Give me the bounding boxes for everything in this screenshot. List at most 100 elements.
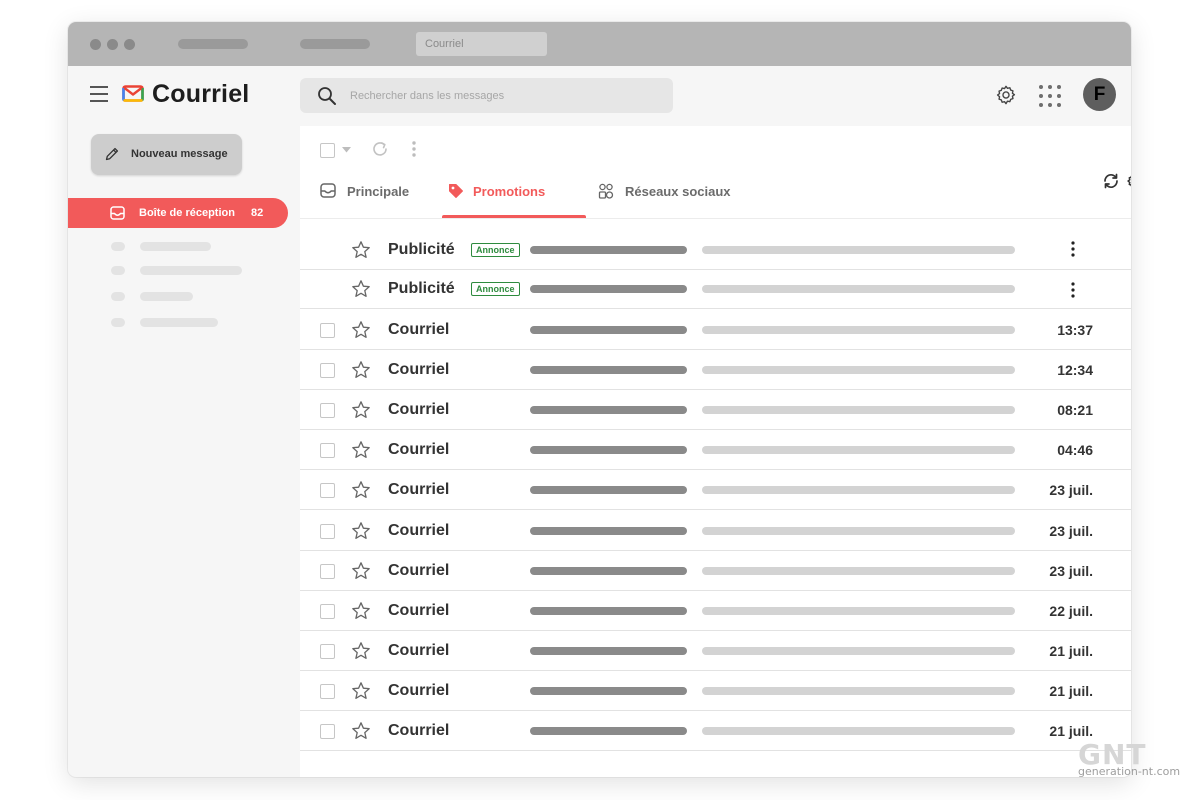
message-time: 13:37 (1057, 322, 1093, 338)
snippet-placeholder (702, 285, 1015, 293)
sidebar-placeholder-item[interactable] (140, 292, 193, 301)
browser-tab-placeholder[interactable] (300, 39, 370, 49)
ad-row[interactable]: Publicité Annonce (300, 269, 1131, 309)
message-row[interactable]: Courriel 21 juil. (300, 631, 1131, 671)
search-bar[interactable] (300, 78, 673, 113)
star-icon[interactable] (351, 480, 371, 500)
browser-active-tab[interactable]: Courriel (416, 32, 547, 56)
row-checkbox[interactable] (320, 323, 335, 338)
message-row[interactable]: Courriel 12:34 (300, 350, 1131, 390)
more-options-icon[interactable] (411, 140, 417, 158)
browser-tab-placeholder[interactable] (178, 39, 248, 49)
window-maximize-dot[interactable] (124, 39, 135, 50)
sender-name: Courriel (388, 722, 450, 739)
sender-name: Courriel (388, 642, 450, 659)
snippet-placeholder (702, 687, 1015, 695)
sync-icon[interactable] (1102, 172, 1120, 190)
tab-label: Principale (347, 184, 410, 199)
subject-placeholder (530, 687, 687, 695)
row-checkbox[interactable] (320, 564, 335, 579)
message-row[interactable]: Courriel 23 juil. (300, 511, 1131, 551)
avatar-letter: F (1093, 84, 1106, 105)
row-checkbox[interactable] (320, 724, 335, 739)
account-avatar[interactable]: F (1083, 78, 1116, 111)
message-row[interactable]: Courriel 04:46 (300, 430, 1131, 470)
snippet-placeholder (702, 527, 1015, 535)
sidebar-placeholder-icon (111, 318, 125, 327)
more-options-icon[interactable] (1070, 240, 1076, 258)
subject-placeholder (530, 406, 687, 414)
star-icon[interactable] (351, 561, 371, 581)
select-all-checkbox[interactable] (320, 143, 335, 158)
compose-button[interactable]: Nouveau message (91, 134, 242, 175)
star-icon[interactable] (351, 279, 371, 299)
tabs-divider (300, 218, 1131, 219)
star-icon[interactable] (351, 440, 371, 460)
browser-window: Courriel Courriel F Nouveau (68, 22, 1131, 777)
watermark-site: generation-nt.com (1078, 765, 1181, 778)
message-row[interactable]: Courriel 13:37 (300, 310, 1131, 350)
star-icon[interactable] (351, 601, 371, 621)
row-checkbox[interactable] (320, 644, 335, 659)
sender-name: Courriel (388, 321, 450, 338)
snippet-placeholder (702, 326, 1015, 334)
sender-name: Courriel (388, 441, 450, 458)
ad-row[interactable]: Publicité Annonce (300, 230, 1131, 270)
snippet-placeholder (702, 727, 1015, 735)
message-time: 23 juil. (1049, 482, 1093, 498)
browser-toolbar: Courriel (68, 22, 1131, 66)
message-time: 23 juil. (1049, 563, 1093, 579)
hamburger-menu-icon[interactable] (90, 86, 108, 102)
sidebar-placeholder-item[interactable] (140, 318, 218, 327)
chevron-down-icon[interactable] (342, 147, 351, 153)
message-row[interactable]: Courriel 23 juil. (300, 470, 1131, 510)
row-checkbox[interactable] (320, 483, 335, 498)
message-row[interactable]: Courriel 21 juil. (300, 671, 1131, 711)
search-input[interactable] (350, 78, 660, 113)
star-icon[interactable] (351, 721, 371, 741)
star-icon[interactable] (351, 521, 371, 541)
subject-placeholder (530, 285, 687, 293)
sender-name: Courriel (388, 682, 450, 699)
subject-placeholder (530, 567, 687, 575)
star-icon[interactable] (351, 400, 371, 420)
message-row[interactable]: Courriel 08:21 (300, 390, 1131, 430)
star-icon[interactable] (351, 641, 371, 661)
apps-grid-icon[interactable] (1039, 85, 1061, 107)
row-checkbox[interactable] (320, 604, 335, 619)
row-checkbox[interactable] (320, 443, 335, 458)
row-checkbox[interactable] (320, 403, 335, 418)
star-icon[interactable] (351, 240, 371, 260)
compose-label: Nouveau message (131, 148, 228, 160)
refresh-icon[interactable] (371, 140, 389, 158)
message-row[interactable]: Courriel 23 juil. (300, 551, 1131, 591)
sidebar-placeholder-item[interactable] (140, 266, 242, 275)
sidebar-item-inbox[interactable]: Boîte de réception 82 (68, 198, 288, 228)
window-close-dot[interactable] (90, 39, 101, 50)
message-row[interactable]: Courriel 21 juil. (300, 711, 1131, 751)
tab-reseaux-sociaux[interactable]: Réseaux sociaux (598, 178, 738, 218)
tab-promotions[interactable]: Promotions (448, 178, 586, 218)
sidebar-placeholder-item[interactable] (140, 242, 211, 251)
inbox-icon (320, 183, 336, 198)
row-divider (300, 308, 1131, 309)
star-icon[interactable] (351, 360, 371, 380)
row-checkbox[interactable] (320, 363, 335, 378)
sidebar-placeholder-icon (111, 292, 125, 301)
subject-placeholder (530, 366, 687, 374)
star-icon[interactable] (351, 681, 371, 701)
tab-principale[interactable]: Principale (320, 178, 420, 218)
settings-gear-icon[interactable] (995, 84, 1017, 106)
more-options-icon[interactable] (1070, 281, 1076, 299)
subject-placeholder (530, 446, 687, 454)
tab-label: Réseaux sociaux (625, 184, 731, 199)
search-icon[interactable] (317, 86, 337, 106)
row-checkbox[interactable] (320, 524, 335, 539)
window-minimize-dot[interactable] (107, 39, 118, 50)
sidebar-item-label: Boîte de réception (139, 207, 235, 219)
list-settings-gear-icon[interactable] (1126, 172, 1131, 190)
row-checkbox[interactable] (320, 684, 335, 699)
star-icon[interactable] (351, 320, 371, 340)
subject-placeholder (530, 527, 687, 535)
message-row[interactable]: Courriel 22 juil. (300, 591, 1131, 631)
